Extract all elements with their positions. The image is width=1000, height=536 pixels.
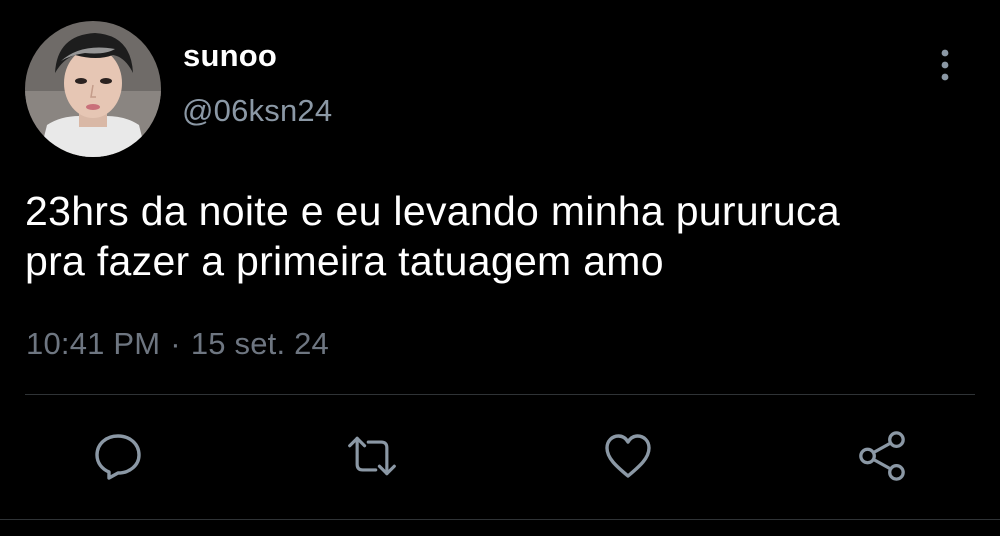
like-button[interactable]	[602, 430, 654, 482]
avatar[interactable]	[25, 21, 161, 157]
tweet-date: 15 set. 24	[190, 326, 329, 361]
user-handle: @06ksn24	[182, 93, 333, 128]
share-icon	[859, 431, 905, 481]
heart-icon	[605, 434, 651, 478]
more-vertical-icon	[941, 49, 949, 81]
tweet-text-line: 23hrs da noite e eu levando minha pururu…	[25, 188, 840, 234]
tweet-card: sunoo @06ksn24 23hrs da noite e eu levan…	[0, 0, 1000, 536]
retweet-icon	[348, 436, 396, 476]
more-options-button[interactable]	[925, 45, 965, 85]
timestamp-separator: ·	[170, 326, 181, 361]
display-name[interactable]: sunoo	[183, 38, 277, 74]
timestamp[interactable]: 10:41 PM · 15 set. 24	[26, 326, 329, 362]
retweet-button[interactable]	[346, 430, 398, 482]
divider	[25, 394, 975, 395]
reply-button[interactable]	[92, 430, 144, 482]
tweet-text: 23hrs da noite e eu levando minha pururu…	[25, 186, 975, 286]
profile-photo-avatar-icon	[25, 21, 161, 157]
comment-icon	[95, 434, 141, 480]
bottom-divider	[0, 519, 1000, 520]
tweet-time: 10:41 PM	[26, 326, 161, 361]
share-button[interactable]	[856, 430, 908, 482]
tweet-text-line: pra fazer a primeira tatuagem amo	[25, 238, 664, 284]
